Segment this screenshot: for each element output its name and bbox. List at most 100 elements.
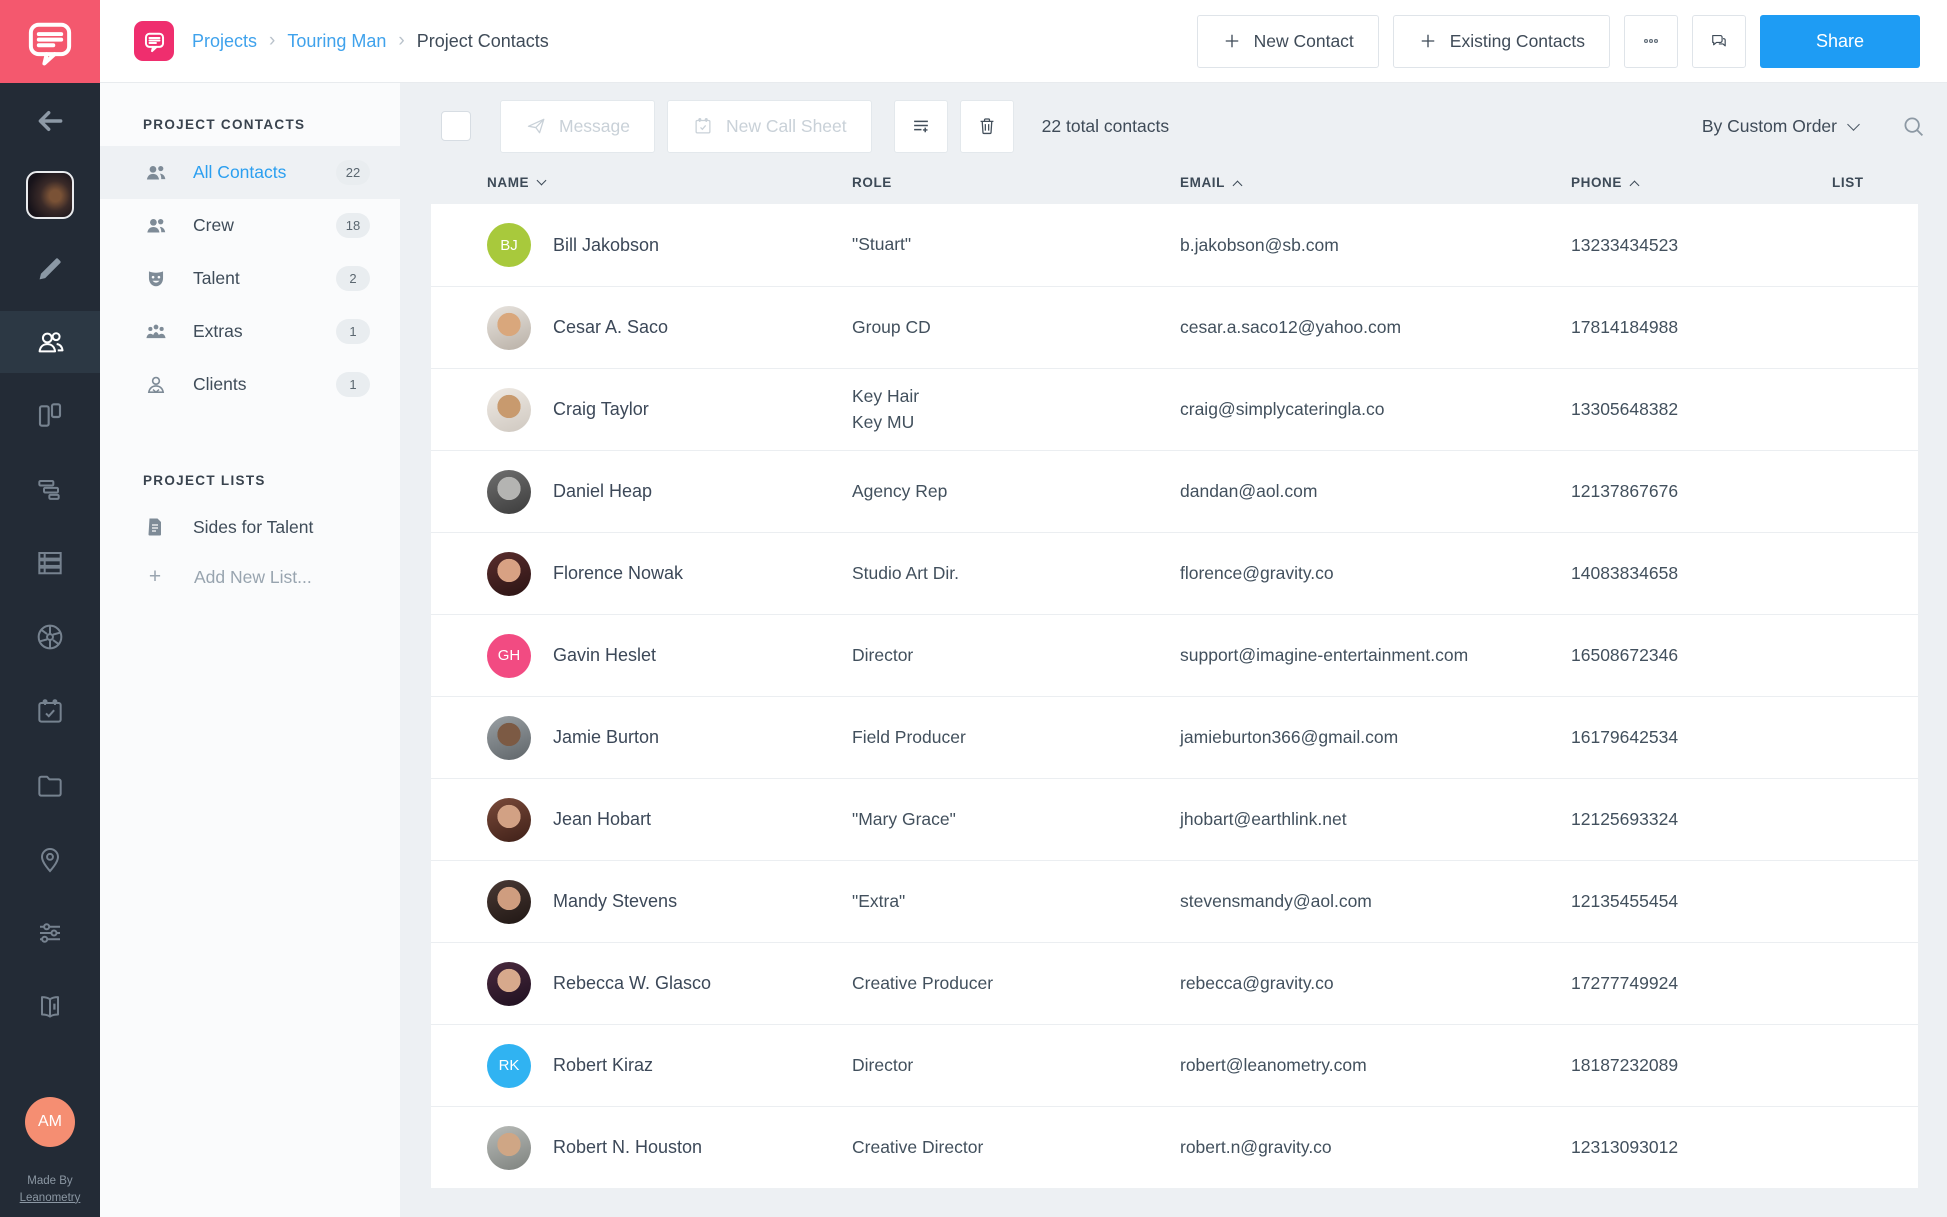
extras-icon — [143, 319, 169, 345]
cell-phone: 13305648382 — [1571, 399, 1679, 419]
contacts-section-title: PROJECT CONTACTS — [143, 117, 306, 132]
plus-icon — [1421, 34, 1435, 48]
table-row[interactable]: BJ Bill Jakobson "Stuart" b.jakobson@sb.… — [431, 204, 1918, 286]
message-button[interactable]: Message — [500, 99, 656, 153]
table-row[interactable]: Craig Taylor Key Hair Key MU craig@simpl… — [431, 368, 1918, 450]
app-logo[interactable] — [0, 0, 100, 83]
delete-button[interactable] — [959, 99, 1014, 153]
contacts-toolbar: Message New Call Sheet 22 total contacts… — [400, 83, 1947, 153]
count-badge: 18 — [336, 213, 370, 238]
avatar — [487, 551, 531, 596]
top-header: Projects › Touring Man › Project Contact… — [100, 0, 1947, 83]
project-logo[interactable] — [134, 21, 174, 61]
column-header[interactable]: LIST — [1832, 175, 1947, 190]
contacts-icon[interactable] — [0, 311, 100, 373]
search-icon[interactable] — [1900, 113, 1927, 140]
cell-name: Mandy Stevens — [553, 891, 678, 911]
crew-icon — [143, 213, 169, 239]
cell-phone: 14083834658 — [1571, 563, 1679, 583]
cell-email: rebecca@gravity.co — [1180, 973, 1334, 993]
breadcrumb-current: Project Contacts — [416, 30, 549, 51]
cell-name: Jean Hobart — [553, 809, 652, 829]
cell-email: b.jakobson@sb.com — [1180, 234, 1339, 255]
main-content: Message New Call Sheet 22 total contacts… — [400, 83, 1947, 1217]
contact-filter-list: All Contacts 22 Crew 18 Talent 2 Extras … — [100, 146, 400, 411]
cell-name: Robert Kiraz — [553, 1055, 654, 1075]
settings-sliders-icon[interactable] — [0, 909, 100, 957]
new-contact-button[interactable]: New Contact — [1196, 14, 1379, 68]
new-call-sheet-button[interactable]: New Call Sheet — [667, 99, 872, 153]
existing-contacts-button[interactable]: Existing Contacts — [1392, 14, 1610, 68]
client-icon — [143, 372, 169, 398]
total-contacts-text: 22 total contacts — [1041, 115, 1170, 136]
table-row[interactable]: Mandy Stevens "Extra" stevensmandy@aol.c… — [431, 860, 1918, 942]
table-row[interactable]: GH Gavin Heslet Director support@imagine… — [431, 614, 1918, 696]
breadcrumb-project[interactable]: Touring Man — [287, 31, 386, 52]
select-all-checkbox[interactable] — [441, 111, 471, 141]
cell-email: support@imagine-entertainment.com — [1180, 645, 1469, 665]
table-row[interactable]: Robert N. Houston Creative Director robe… — [431, 1106, 1918, 1188]
trash-icon — [980, 118, 994, 135]
plus-icon — [1225, 34, 1238, 48]
user-avatar[interactable]: AM — [24, 1096, 75, 1147]
column-header[interactable]: NAME — [487, 175, 852, 190]
table-row[interactable]: Daniel Heap Agency Rep dandan@aol.com 12… — [431, 450, 1918, 532]
cell-phone: 12313093012 — [1571, 1137, 1679, 1157]
call-sheet-calendar-icon — [695, 118, 711, 134]
rail-footer: AM Made By Leanometry — [20, 1096, 81, 1217]
breadcrumb-projects[interactable]: Projects — [192, 31, 257, 52]
table-row[interactable]: RK Robert Kiraz Director robert@leanomet… — [431, 1024, 1918, 1106]
cell-email: robert.n@gravity.co — [1180, 1137, 1332, 1157]
contact-filter-item[interactable]: All Contacts 22 — [100, 146, 400, 199]
project-list-item[interactable]: Sides for Talent — [100, 502, 400, 552]
help-book-icon[interactable] — [0, 983, 100, 1031]
cell-phone: 13233434523 — [1571, 234, 1679, 255]
table-row[interactable]: Rebecca W. Glasco Creative Producer rebe… — [431, 942, 1918, 1024]
sort-arrow-icon — [1232, 180, 1243, 190]
back-arrow-icon[interactable] — [0, 97, 100, 145]
cell-name: Bill Jakobson — [553, 234, 660, 255]
group-icon — [143, 160, 169, 186]
cell-role: Studio Art Dir. — [852, 562, 959, 583]
list-label: Sides for Talent — [193, 516, 314, 537]
cell-email: stevensmandy@aol.com — [1180, 891, 1372, 911]
contact-filter-item[interactable]: Extras 1 — [100, 305, 400, 358]
leanometry-link[interactable]: Leanometry — [20, 1190, 81, 1207]
column-header[interactable]: EMAIL — [1180, 175, 1571, 190]
add-new-list-button[interactable]: + Add New List... — [100, 552, 400, 602]
share-button[interactable]: Share — [1760, 14, 1920, 68]
project-thumbnail[interactable] — [0, 171, 100, 219]
files-icon[interactable] — [0, 761, 100, 809]
plus-icon: + — [148, 565, 162, 588]
breakdown-icon[interactable] — [0, 465, 100, 513]
boards-icon[interactable] — [0, 391, 100, 439]
contact-filter-item[interactable]: Crew 18 — [100, 199, 400, 252]
table-row[interactable]: Florence Nowak Studio Art Dir. florence@… — [431, 532, 1918, 614]
cell-name: Cesar A. Saco — [553, 317, 669, 337]
cell-phone: 16508672346 — [1571, 645, 1679, 665]
cell-name: Robert N. Houston — [553, 1137, 703, 1157]
cell-role: Agency Rep — [852, 480, 948, 501]
pencil-icon[interactable] — [0, 245, 100, 293]
cell-phone: 16179642534 — [1571, 727, 1679, 747]
cell-email: florence@gravity.co — [1180, 563, 1334, 583]
shot-list-icon[interactable] — [0, 613, 100, 661]
contact-filter-item[interactable]: Clients 1 — [100, 358, 400, 411]
manage-columns-button[interactable] — [893, 99, 948, 153]
locations-icon[interactable] — [0, 835, 100, 883]
comments-button[interactable] — [1692, 14, 1746, 68]
table-row[interactable]: Cesar A. Saco Group CD cesar.a.saco12@ya… — [431, 286, 1918, 368]
table-row[interactable]: Jamie Burton Field Producer jamieburton3… — [431, 696, 1918, 778]
table-row[interactable]: Jean Hobart "Mary Grace" jhobart@earthli… — [431, 778, 1918, 860]
stripboard-icon[interactable] — [0, 539, 100, 587]
cell-role: Group CD — [852, 316, 931, 337]
column-header[interactable]: PHONE — [1571, 175, 1832, 190]
sort-order-dropdown[interactable]: By Custom Order — [1702, 116, 1860, 137]
sort-arrow-icon — [1629, 180, 1640, 190]
calendar-icon[interactable] — [0, 687, 100, 735]
column-header[interactable]: ROLE — [852, 175, 1180, 190]
filter-label: Clients — [193, 374, 247, 394]
contact-filter-item[interactable]: Talent 2 — [100, 252, 400, 305]
cell-email: jhobart@earthlink.net — [1180, 809, 1347, 829]
more-options-button[interactable] — [1624, 14, 1678, 68]
